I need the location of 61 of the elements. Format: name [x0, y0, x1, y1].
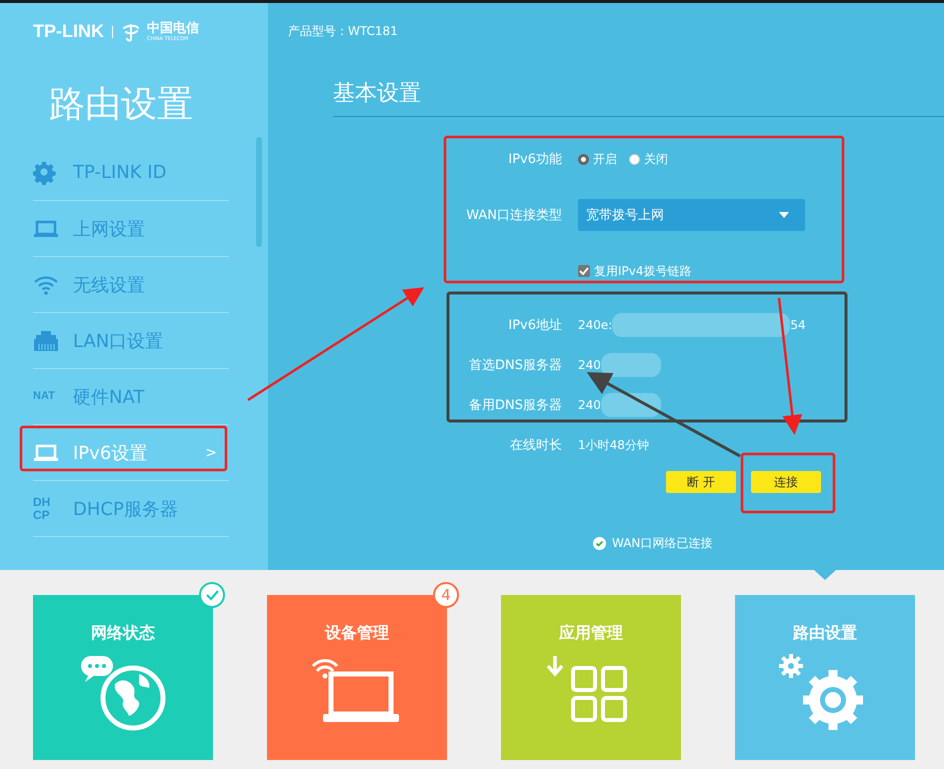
- radio-label: 开启: [593, 150, 617, 168]
- telecom-logo-icon: [121, 22, 141, 42]
- partner-logo-text: 中国电信: [147, 22, 199, 34]
- field-label: WAN口连接类型: [465, 207, 563, 224]
- sidebar-item[interactable]: 上网设置: [33, 201, 229, 257]
- radio-label: 关闭: [644, 150, 668, 168]
- field-label: 首选DNS服务器: [468, 357, 563, 374]
- connection-type-dropdown[interactable]: 宽带拨号上网: [578, 199, 805, 231]
- sidebar-item[interactable]: DHCP DHCP服务器: [33, 481, 229, 537]
- field-value: 240: [578, 358, 601, 372]
- tile-label: 设备管理: [325, 623, 389, 644]
- check-circle-icon: [593, 537, 606, 550]
- radio-button[interactable]: [578, 154, 589, 164]
- field-label: IPv6功能: [507, 151, 563, 168]
- sidebar-item-label: LAN口设置: [73, 330, 164, 352]
- sidebar-item-label: 硬件NAT: [73, 386, 144, 408]
- radio-option[interactable]: 关闭: [629, 150, 668, 168]
- sidebar-item-label: TP-LINK ID: [73, 162, 166, 183]
- sidebar-item[interactable]: LAN口设置: [33, 313, 229, 369]
- sidebar-title: 路由设置: [48, 83, 194, 127]
- sidebar-item-label: 上网设置: [73, 218, 145, 240]
- field-label: 在线时长: [509, 437, 563, 454]
- sidebar-item[interactable]: IPv6设置 >: [33, 425, 229, 481]
- tile-label: 网络状态: [91, 623, 155, 644]
- field-label: 备用DNS服务器: [468, 397, 563, 414]
- scrollbar[interactable]: [256, 137, 262, 247]
- gear-icon: [33, 160, 57, 184]
- nav-tile[interactable]: 网络状态: [33, 595, 213, 760]
- checkbox-label: 复用IPv4拨号链路: [594, 262, 692, 280]
- sidebar-item[interactable]: NAT 硬件NAT: [33, 369, 229, 425]
- tile-label: 应用管理: [559, 623, 623, 644]
- sidebar-item-label: IPv6设置: [73, 442, 148, 464]
- status-text: WAN口网络已连接: [612, 535, 712, 552]
- sidebar-item-label: DHCP服务器: [73, 498, 178, 520]
- section-title: 基本设置: [333, 78, 944, 117]
- action-button[interactable]: 断 开: [666, 471, 736, 493]
- sidebar-item-label: 无线设置: [73, 274, 145, 296]
- wifi-icon: [33, 274, 59, 294]
- sidebar-item[interactable]: 无线设置: [33, 257, 229, 313]
- product-model: 产品型号：WTC181: [288, 23, 398, 40]
- field-value: 240: [578, 398, 601, 412]
- action-button[interactable]: 连接: [751, 471, 821, 493]
- count-badge: 4: [433, 582, 459, 608]
- brand-logo: TP-LINK: [33, 21, 104, 42]
- chevron-icon: >: [205, 444, 217, 460]
- nat-icon: NAT: [33, 391, 55, 402]
- nav-tile[interactable]: 路由设置: [735, 595, 915, 760]
- field-value: 240e:: [578, 318, 612, 332]
- field-label: IPv6地址: [507, 317, 563, 334]
- ethernet-port-icon: [33, 330, 59, 352]
- checkbox[interactable]: [578, 265, 590, 277]
- radio-option[interactable]: 开启: [578, 150, 617, 168]
- laptop-icon: [33, 218, 59, 238]
- field-value: 54: [790, 318, 806, 332]
- dropdown-caret-icon: [779, 212, 789, 218]
- laptop-icon: [33, 442, 59, 462]
- tile-label: 路由设置: [793, 623, 857, 644]
- sidebar-item[interactable]: TP-LINK ID: [33, 145, 229, 201]
- field-value: 1小时48分钟: [578, 436, 649, 454]
- dhcp-icon: DHCP: [33, 496, 57, 522]
- nav-tile[interactable]: 应用管理: [501, 595, 681, 760]
